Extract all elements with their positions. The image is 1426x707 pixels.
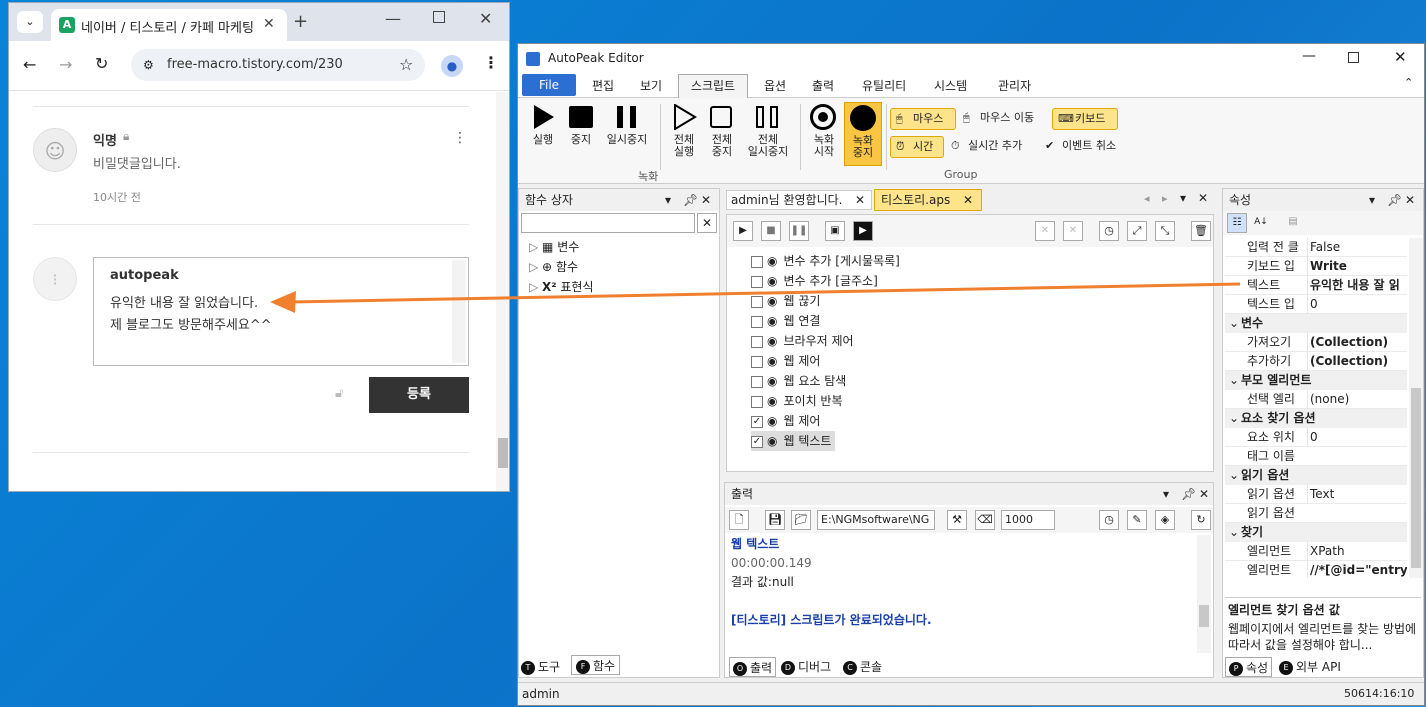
annotation-arrow (270, 282, 1241, 313)
